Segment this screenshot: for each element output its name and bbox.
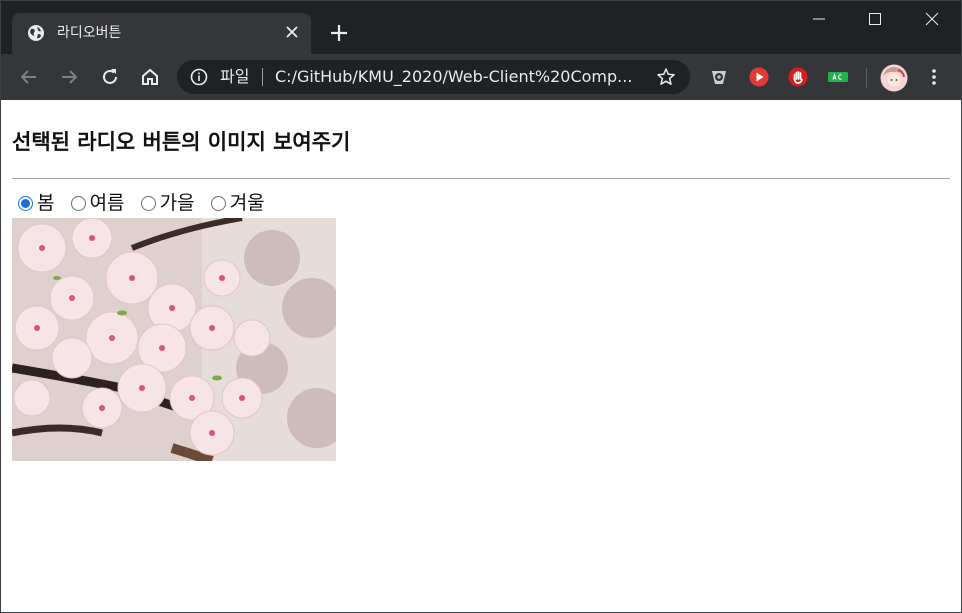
radio-option-winter[interactable]: 겨울 — [205, 191, 265, 215]
radio-label-autumn[interactable]: 가을 — [160, 191, 195, 215]
tab-title: 라디오버튼 — [57, 25, 122, 41]
maximize-button[interactable] — [853, 9, 899, 31]
reload-icon[interactable] — [98, 65, 122, 89]
window-close-icon — [925, 12, 939, 26]
toolbar-divider — [866, 68, 867, 88]
omnibox-divider — [262, 68, 263, 86]
season-radio-group: 봄 여름 가을 겨울 — [12, 191, 270, 217]
close-icon[interactable] — [284, 24, 300, 40]
extension-icon[interactable] — [708, 66, 730, 88]
tab-active[interactable]: 라디오버튼 — [12, 13, 311, 54]
extension-icon[interactable] — [748, 66, 770, 88]
browser-toolbar: 파일 C:/GitHub/KMU_2020/Web-Client%20Comp.… — [1, 54, 961, 100]
maximize-icon — [869, 13, 881, 25]
address-bar[interactable]: 파일 C:/GitHub/KMU_2020/Web-Client%20Comp.… — [177, 60, 690, 94]
radio-button-summer[interactable] — [70, 196, 86, 211]
horizontal-rule — [12, 178, 950, 179]
page-content: 선택된 라디오 버튼의 이미지 보여주기 봄 여름 가을 겨울 — [1, 100, 961, 612]
star-icon[interactable] — [656, 67, 676, 87]
extension-icon[interactable] — [787, 66, 809, 88]
radio-button-winter[interactable] — [210, 196, 226, 211]
menu-kebab-icon[interactable] — [922, 65, 946, 89]
radio-option-autumn[interactable]: 가을 — [135, 191, 195, 215]
forward-arrow-icon[interactable] — [57, 65, 81, 89]
extension-icon[interactable] — [827, 66, 849, 88]
plus-icon[interactable] — [328, 22, 350, 44]
season-image — [12, 218, 336, 461]
radio-label-spring[interactable]: 봄 — [37, 191, 54, 215]
window-close-button[interactable] — [910, 9, 956, 31]
radio-button-autumn[interactable] — [140, 196, 156, 211]
info-icon[interactable] — [190, 68, 208, 86]
radio-button-spring[interactable] — [18, 196, 33, 211]
url-text[interactable]: C:/GitHub/KMU_2020/Web-Client%20Comp... — [275, 67, 645, 87]
radio-label-winter[interactable]: 겨울 — [230, 191, 265, 215]
minimize-button[interactable] — [797, 9, 843, 31]
avatar[interactable] — [880, 64, 908, 92]
radio-option-spring[interactable]: 봄 — [12, 191, 54, 215]
page-heading: 선택된 라디오 버튼의 이미지 보여주기 — [12, 130, 351, 154]
cherry-blossom-image — [12, 218, 336, 461]
browser-window: 라디오버튼 파일 C:/GitHub/KMU_2020/Web-Client%2… — [0, 0, 962, 613]
tab-strip: 라디오버튼 — [1, 1, 961, 54]
back-arrow-icon[interactable] — [17, 65, 41, 89]
radio-label-summer[interactable]: 여름 — [90, 191, 125, 215]
radio-option-summer[interactable]: 여름 — [65, 191, 125, 215]
minimize-icon — [813, 18, 825, 20]
home-icon[interactable] — [138, 65, 162, 89]
url-scheme-label: 파일 — [220, 67, 250, 86]
globe-icon — [28, 25, 44, 41]
